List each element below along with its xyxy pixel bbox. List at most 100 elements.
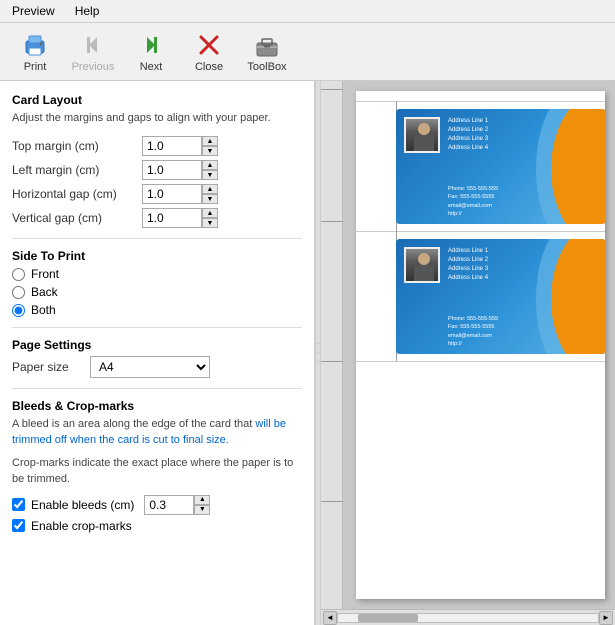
menu-preview[interactable]: Preview — [8, 2, 59, 20]
side-to-print-title: Side To Print — [12, 249, 302, 263]
card-http-1: http:// — [448, 210, 498, 218]
card-addr4-2: Address Line 4 — [448, 274, 488, 283]
paper-size-label: Paper size — [12, 360, 82, 374]
divider-3 — [12, 388, 302, 389]
radio-front[interactable]: Front — [12, 267, 302, 281]
card-addr1-1: Address Line 1 — [448, 117, 488, 126]
enable-cropmarks-row: Enable crop-marks — [12, 519, 302, 533]
horiz-gap-row: Horizontal gap (cm) ▲ ▼ — [12, 184, 302, 204]
scroll-thumb[interactable] — [358, 614, 418, 622]
bleeds-title: Bleeds & Crop-marks — [12, 399, 302, 413]
bleeds-up[interactable]: ▲ — [194, 495, 210, 505]
radio-both-input[interactable] — [12, 304, 25, 317]
card-person-body-2 — [414, 265, 434, 281]
radio-both-label: Both — [31, 303, 56, 317]
paper-size-select[interactable]: A4 Letter Legal A3 — [90, 356, 210, 378]
bleed-desc-2: Crop-marks indicate the exact place wher… — [12, 456, 302, 487]
paper-size-row: Paper size A4 Letter Legal A3 — [12, 356, 302, 378]
enable-bleeds-checkbox[interactable] — [12, 498, 25, 511]
radio-back-input[interactable] — [12, 286, 25, 299]
top-margin-field[interactable] — [142, 136, 202, 156]
card-contact-1: Phone: 555-555-555 Fax: 555-555-5555 ema… — [448, 185, 498, 218]
horiz-gap-up[interactable]: ▲ — [202, 184, 218, 194]
close-button[interactable]: Close — [182, 27, 236, 77]
radio-front-input[interactable] — [12, 268, 25, 281]
left-margin-input: ▲ ▼ — [142, 160, 218, 180]
left-panel: Card Layout Adjust the margins and gaps … — [0, 81, 315, 625]
left-margin-field[interactable] — [142, 160, 202, 180]
preview-area: Address Line 1 Address Line 2 Address Li… — [321, 81, 615, 609]
top-margin-up[interactable]: ▲ — [202, 136, 218, 146]
card-photo-inner-2 — [406, 249, 438, 281]
card-email-2: email@email.com — [448, 332, 498, 340]
main-area: Card Layout Adjust the margins and gaps … — [0, 81, 615, 625]
scroll-left-arrow[interactable]: ◄ — [323, 611, 337, 625]
card-addr3-2: Address Line 3 — [448, 265, 488, 274]
top-margin-label: Top margin (cm) — [12, 139, 142, 153]
horiz-gap-field[interactable] — [142, 184, 202, 204]
top-margin-row: Top margin (cm) ▲ ▼ — [12, 136, 302, 156]
horiz-gap-down[interactable]: ▼ — [202, 194, 218, 204]
previous-label: Previous — [72, 61, 115, 73]
bleeds-value-input: ▲ ▼ — [144, 495, 210, 515]
card-text-2: Address Line 1 Address Line 2 Address Li… — [448, 247, 488, 283]
print-icon — [21, 31, 49, 59]
card-fax-2: Fax: 555-555-5555 — [448, 323, 498, 331]
preview-page: Address Line 1 Address Line 2 Address Li… — [356, 91, 605, 599]
scroll-track[interactable] — [337, 613, 599, 623]
card-layout-desc: Adjust the margins and gaps to align wit… — [12, 111, 302, 126]
ruler-left — [321, 81, 343, 609]
top-margin-input: ▲ ▼ — [142, 136, 218, 156]
business-card-2: Address Line 1 Address Line 2 Address Li… — [396, 239, 605, 354]
card-http-2: http:// — [448, 340, 498, 348]
ruler-mark-4 — [321, 501, 343, 502]
vert-gap-up[interactable]: ▲ — [202, 208, 218, 218]
previous-button[interactable]: Previous — [66, 27, 120, 77]
card-email-1: email@email.com — [448, 202, 498, 210]
print-label: Print — [24, 61, 47, 73]
menu-help[interactable]: Help — [71, 2, 104, 20]
bleed-desc-1: A bleed is an area along the edge of the… — [12, 417, 302, 448]
next-button[interactable]: Next — [124, 27, 178, 77]
enable-bleeds-label: Enable bleeds (cm) — [31, 498, 134, 512]
ruler-mark-3 — [321, 361, 343, 362]
scroll-right-arrow[interactable]: ► — [599, 611, 613, 625]
next-icon — [137, 31, 165, 59]
top-margin-down[interactable]: ▼ — [202, 146, 218, 156]
card-photo-inner-1 — [406, 119, 438, 151]
vert-gap-field[interactable] — [142, 208, 202, 228]
horiz-gap-label: Horizontal gap (cm) — [12, 187, 142, 201]
ruler-mark-1 — [321, 89, 343, 90]
vert-gap-down[interactable]: ▼ — [202, 218, 218, 228]
vert-gap-label: Vertical gap (cm) — [12, 211, 142, 225]
business-card-1: Address Line 1 Address Line 2 Address Li… — [396, 109, 605, 224]
ruler-mark-2 — [321, 221, 343, 222]
left-margin-row: Left margin (cm) ▲ ▼ — [12, 160, 302, 180]
print-button[interactable]: Print — [8, 27, 62, 77]
card-fax-1: Fax: 555-555-5555 — [448, 193, 498, 201]
card-addr3-1: Address Line 3 — [448, 135, 488, 144]
toolbox-label: ToolBox — [247, 61, 286, 73]
card-phone-1: Phone: 555-555-555 — [448, 185, 498, 193]
card-person-body-1 — [414, 135, 434, 151]
card-layout-section: Card Layout Adjust the margins and gaps … — [12, 93, 302, 228]
page-settings-title: Page Settings — [12, 338, 302, 352]
bleeds-down[interactable]: ▼ — [194, 505, 210, 515]
radio-back-label: Back — [31, 285, 58, 299]
divider-1 — [12, 238, 302, 239]
card-person-head-2 — [418, 253, 430, 265]
radio-front-label: Front — [31, 267, 59, 281]
enable-cropmarks-checkbox[interactable] — [12, 519, 25, 532]
radio-back[interactable]: Back — [12, 285, 302, 299]
radio-both[interactable]: Both — [12, 303, 302, 317]
toolbox-icon — [253, 31, 281, 59]
card-layout-title: Card Layout — [12, 93, 302, 107]
bleeds-value-field[interactable] — [144, 495, 194, 515]
left-margin-up[interactable]: ▲ — [202, 160, 218, 170]
left-margin-down[interactable]: ▼ — [202, 170, 218, 180]
toolbox-button[interactable]: ToolBox — [240, 27, 294, 77]
page-settings-section: Page Settings Paper size A4 Letter Legal… — [12, 338, 302, 378]
bleed-desc-part1: A bleed is an area along the edge of the… — [12, 418, 255, 430]
horiz-gap-input: ▲ ▼ — [142, 184, 218, 204]
toolbar: Print Previous Next Close ToolBox — [0, 23, 615, 81]
